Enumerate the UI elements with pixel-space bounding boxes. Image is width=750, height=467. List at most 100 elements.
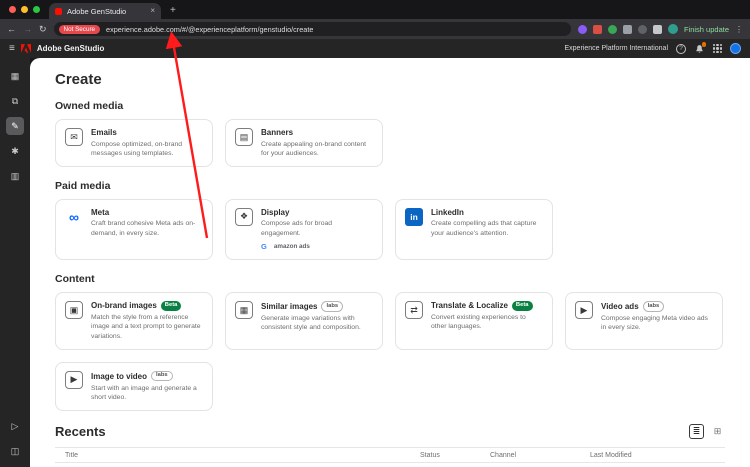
card-video-ads[interactable]: ▶ Video ads labs Compose engaging Meta v… <box>565 292 723 350</box>
window-close-button[interactable] <box>9 6 16 13</box>
page-title: Create <box>55 71 102 88</box>
card-desc: Generate image variations with consisten… <box>261 315 361 332</box>
paid-media-cards: ∞ Meta Craft brand cohesive Meta ads on-… <box>55 198 725 261</box>
card-display[interactable]: ❖ Display Compose ads for broad engageme… <box>225 198 383 261</box>
display-partner-logos: G amazon ads <box>261 242 373 251</box>
window-minimize-button[interactable] <box>21 6 28 13</box>
video-ads-icon: ▶ <box>575 301 593 320</box>
card-linkedin[interactable]: in LinkedIn Create compelling ads that c… <box>395 198 553 261</box>
browser-toolbar: ← → ↻ Not Secure experience.adobe.com/#/… <box>0 19 750 39</box>
card-image-to-video[interactable]: ▶ Image to video labs Start with an imag… <box>55 361 213 412</box>
sidebar-item-insights[interactable]: ▥ <box>6 167 24 185</box>
org-switcher[interactable]: Experience Platform International <box>565 45 669 52</box>
url-text: experience.adobe.com/#/@experienceplatfo… <box>106 24 314 34</box>
card-similar-images[interactable]: ▦ Similar images labs Generate image var… <box>225 292 383 350</box>
labs-badge: labs <box>151 370 173 382</box>
section-content-label: Content <box>55 273 95 286</box>
card-desc: Create compelling ads that capture your … <box>431 220 537 237</box>
browser-tab-strip: Adobe GenStudio × + <box>0 0 750 19</box>
recents-heading: Recents <box>55 424 106 440</box>
sidebar-item-assets[interactable]: ✱ <box>6 142 24 160</box>
banners-icon: ▤ <box>235 128 253 146</box>
beta-badge: Beta <box>511 301 533 311</box>
owned-media-cards: ✉ Emails Compose optimized, on-brand mes… <box>55 119 725 167</box>
card-title: LinkedIn <box>431 207 464 217</box>
security-badge[interactable]: Not Secure <box>58 24 101 34</box>
extension-icon-4[interactable] <box>622 24 632 34</box>
extensions-area: Finish update ⋮ <box>577 24 743 34</box>
browser-menu-icon[interactable]: ⋮ <box>735 25 743 34</box>
app-header: ≡ Adobe GenStudio Experience Platform In… <box>0 39 750 58</box>
card-desc: Compose ads for broad engagement. <box>261 220 333 237</box>
card-title: Translate & Localize <box>431 301 508 311</box>
address-bar[interactable]: Not Secure experience.adobe.com/#/@exper… <box>53 22 571 36</box>
extension-icon-2[interactable] <box>592 24 602 34</box>
reload-icon[interactable]: ↻ <box>39 24 47 34</box>
list-view-button[interactable]: ≣ <box>689 424 704 440</box>
meta-icon: ∞ <box>69 208 79 225</box>
sidebar-item-media[interactable]: ▷ <box>6 417 24 435</box>
tab-favicon <box>55 7 62 15</box>
card-banners[interactable]: ▤ Banners Create appealing on-brand cont… <box>225 119 383 167</box>
adobe-logo-icon <box>20 44 31 53</box>
linkedin-icon: in <box>405 207 423 226</box>
grid-view-button[interactable]: ⊞ <box>710 424 725 439</box>
card-translate-localize[interactable]: ⇄ Translate & Localize Beta Convert exis… <box>395 292 553 350</box>
app-title: Adobe GenStudio <box>36 44 105 53</box>
google-logo-icon: G <box>261 242 267 252</box>
card-meta[interactable]: ∞ Meta Craft brand cohesive Meta ads on-… <box>55 198 213 261</box>
browser-profile-avatar[interactable] <box>667 24 678 34</box>
sidebar-item-home[interactable]: ▦ <box>6 67 24 85</box>
display-icon: ❖ <box>235 207 253 226</box>
amazon-ads-logo: amazon ads <box>273 243 310 251</box>
tab-close-icon[interactable]: × <box>150 7 155 15</box>
column-title: Title <box>65 451 78 459</box>
extension-icon-1[interactable] <box>577 24 587 34</box>
card-title: On-brand images <box>91 301 157 311</box>
sidebar-item-feedback[interactable]: ◫ <box>6 442 24 460</box>
card-desc: Compose optimized, on-brand messages usi… <box>91 140 183 157</box>
new-tab-button[interactable]: + <box>170 5 176 16</box>
card-title: Video ads <box>601 301 639 311</box>
card-desc: Craft brand cohesive Meta ads on-demand,… <box>91 220 196 237</box>
view-toggles: ≣ ⊞ <box>689 424 725 440</box>
main-content: Create Owned media ✉ Emails Compose opti… <box>30 58 750 467</box>
extension-icon-5[interactable] <box>637 24 647 34</box>
puzzle-icon[interactable] <box>652 24 662 34</box>
extension-icon-3[interactable] <box>607 24 617 34</box>
notifications-bell-icon[interactable] <box>694 42 706 54</box>
section-paid-media-label: Paid media <box>55 179 111 192</box>
card-title: Image to video <box>91 371 148 381</box>
tab-title: Adobe GenStudio <box>67 6 127 16</box>
back-icon[interactable]: ← <box>7 24 16 34</box>
card-emails[interactable]: ✉ Emails Compose optimized, on-brand mes… <box>55 119 213 167</box>
table-row[interactable]: Email: Untitled Draft - 07/15/25, 07:50 … <box>55 463 725 467</box>
help-icon[interactable]: ? <box>676 43 686 54</box>
card-title: Banners <box>261 128 294 137</box>
window-zoom-button[interactable] <box>33 6 40 13</box>
card-title: Meta <box>91 207 110 217</box>
forward-icon[interactable]: → <box>23 24 32 34</box>
labs-badge: labs <box>321 301 344 312</box>
column-last-modified: Last Modified <box>590 451 632 459</box>
browser-tab[interactable]: Adobe GenStudio × <box>49 3 161 19</box>
card-title: Display <box>261 207 290 217</box>
column-channel: Channel <box>490 451 517 459</box>
recents-table-header: Title Status Channel Last Modified <box>55 447 725 464</box>
column-status: Status <box>420 451 440 459</box>
finish-update-button[interactable]: Finish update <box>684 25 729 34</box>
user-avatar[interactable] <box>730 43 741 54</box>
window-controls <box>0 0 49 19</box>
section-owned-media-label: Owned media <box>55 100 124 112</box>
notification-badge <box>701 42 706 47</box>
hamburger-menu-icon[interactable]: ≡ <box>9 43 15 54</box>
app-switcher-icon[interactable] <box>713 44 722 53</box>
labs-badge: labs <box>642 301 665 312</box>
sidebar-item-create[interactable]: ✎ <box>6 117 24 135</box>
card-desc: Create appealing on-brand content for yo… <box>261 140 367 157</box>
card-desc: Match the style from a reference image a… <box>91 314 201 340</box>
card-title: Similar images <box>261 301 318 311</box>
card-on-brand-images[interactable]: ▣ On-brand images Beta Match the style f… <box>55 292 213 350</box>
card-title: Emails <box>91 128 117 137</box>
sidebar-item-projects[interactable]: ⧉ <box>6 92 24 110</box>
